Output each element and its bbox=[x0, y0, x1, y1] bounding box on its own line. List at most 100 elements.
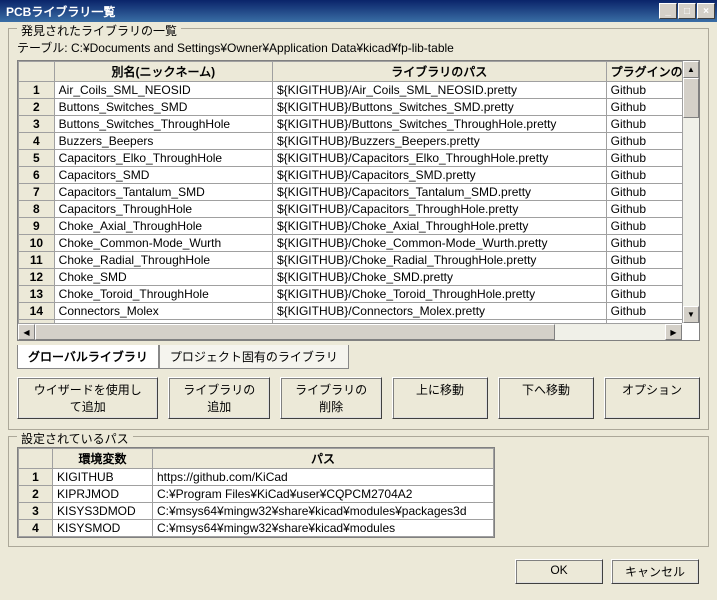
col-header-nickname[interactable]: 別名(ニックネーム) bbox=[54, 62, 272, 82]
libs-grid[interactable]: 別名(ニックネーム) ライブラリのパス プラグインの種類 1Air_Coils_… bbox=[17, 60, 700, 341]
cell-env[interactable]: KISYSMOD bbox=[53, 520, 153, 537]
cell-env[interactable]: KISYS3DMOD bbox=[53, 503, 153, 520]
maximize-button[interactable]: □ bbox=[678, 3, 696, 19]
table-row[interactable]: 2Buttons_Switches_SMD${KIGITHUB}/Buttons… bbox=[19, 99, 699, 116]
cell-nickname[interactable]: Capacitors_ThroughHole bbox=[54, 201, 272, 218]
window-title: PCBライブラリ一覧 bbox=[6, 3, 658, 20]
cell-nickname[interactable]: Capacitors_SMD bbox=[54, 167, 272, 184]
ok-button[interactable]: OK bbox=[515, 559, 603, 584]
titlebar: PCBライブラリ一覧 _ □ × bbox=[0, 0, 717, 22]
path-col-blank bbox=[19, 449, 53, 469]
cancel-button[interactable]: キャンセル bbox=[611, 559, 699, 584]
row-number: 1 bbox=[19, 82, 55, 99]
table-row[interactable]: 11Choke_Radial_ThroughHole${KIGITHUB}/Ch… bbox=[19, 252, 699, 269]
scroll-thumb[interactable] bbox=[683, 78, 699, 118]
add-library-button[interactable]: ライブラリの追加 bbox=[168, 377, 270, 419]
hscroll-thumb[interactable] bbox=[35, 324, 555, 340]
cell-path[interactable]: ${KIGITHUB}/Capacitors_Elko_ThroughHole.… bbox=[272, 150, 606, 167]
table-row[interactable]: 10Choke_Common-Mode_Wurth${KIGITHUB}/Cho… bbox=[19, 235, 699, 252]
cell-nickname[interactable]: Choke_Common-Mode_Wurth bbox=[54, 235, 272, 252]
row-number: 6 bbox=[19, 167, 55, 184]
cell-nickname[interactable]: Choke_Toroid_ThroughHole bbox=[54, 286, 272, 303]
wizard-add-button[interactable]: ウイザードを使用して追加 bbox=[17, 377, 158, 419]
row-number: 1 bbox=[19, 469, 53, 486]
table-row[interactable]: 8Capacitors_ThroughHole${KIGITHUB}/Capac… bbox=[19, 201, 699, 218]
scroll-up-icon[interactable]: ▲ bbox=[683, 61, 699, 78]
cell-path[interactable]: C:¥Program Files¥KiCad¥user¥CQPCM2704A2 bbox=[153, 486, 494, 503]
cell-path[interactable]: ${KIGITHUB}/Connectors_Molex.pretty bbox=[272, 303, 606, 320]
cell-env[interactable]: KIGITHUB bbox=[53, 469, 153, 486]
table-path-label: テーブル: C:¥Documents and Settings¥Owner¥Ap… bbox=[17, 39, 700, 56]
cell-nickname[interactable]: Air_Coils_SML_NEOSID bbox=[54, 82, 272, 99]
cell-path[interactable]: ${KIGITHUB}/Buttons_Switches_ThroughHole… bbox=[272, 116, 606, 133]
minimize-button[interactable]: _ bbox=[659, 3, 677, 19]
row-number: 3 bbox=[19, 503, 53, 520]
table-row[interactable]: 1Air_Coils_SML_NEOSID${KIGITHUB}/Air_Coi… bbox=[19, 82, 699, 99]
cell-nickname[interactable]: Capacitors_Tantalum_SMD bbox=[54, 184, 272, 201]
cell-path[interactable]: C:¥msys64¥mingw32¥share¥kicad¥modules¥pa… bbox=[153, 503, 494, 520]
cell-nickname[interactable]: Choke_Radial_ThroughHole bbox=[54, 252, 272, 269]
tab-project-library[interactable]: プロジェクト固有のライブラリ bbox=[159, 345, 349, 369]
cell-path[interactable]: ${KIGITHUB}/Buzzers_Beepers.pretty bbox=[272, 133, 606, 150]
cell-path[interactable]: ${KIGITHUB}/Capacitors_SMD.pretty bbox=[272, 167, 606, 184]
table-row[interactable]: 1KIGITHUBhttps://github.com/KiCad bbox=[19, 469, 494, 486]
table-row[interactable]: 4KISYSMODC:¥msys64¥mingw32¥share¥kicad¥m… bbox=[19, 520, 494, 537]
cell-path[interactable]: C:¥msys64¥mingw32¥share¥kicad¥modules bbox=[153, 520, 494, 537]
move-down-button[interactable]: 下へ移動 bbox=[498, 377, 594, 419]
move-up-button[interactable]: 上に移動 bbox=[392, 377, 488, 419]
cell-path[interactable]: https://github.com/KiCad bbox=[153, 469, 494, 486]
path-col-path[interactable]: パス bbox=[153, 449, 494, 469]
col-header-blank bbox=[19, 62, 55, 82]
row-number: 4 bbox=[19, 133, 55, 150]
cell-nickname[interactable]: Buttons_Switches_ThroughHole bbox=[54, 116, 272, 133]
table-row[interactable]: 14Connectors_Molex${KIGITHUB}/Connectors… bbox=[19, 303, 699, 320]
table-row[interactable]: 3KISYS3DMODC:¥msys64¥mingw32¥share¥kicad… bbox=[19, 503, 494, 520]
cell-path[interactable]: ${KIGITHUB}/Capacitors_Tantalum_SMD.pret… bbox=[272, 184, 606, 201]
path-col-env[interactable]: 環境変数 bbox=[53, 449, 153, 469]
cell-path[interactable]: ${KIGITHUB}/Choke_Common-Mode_Wurth.pret… bbox=[272, 235, 606, 252]
scroll-left-icon[interactable]: ◀ bbox=[18, 324, 35, 340]
tab-global-library[interactable]: グローバルライブラリ bbox=[17, 345, 159, 369]
row-number: 2 bbox=[19, 99, 55, 116]
cell-nickname[interactable]: Choke_Axial_ThroughHole bbox=[54, 218, 272, 235]
cell-path[interactable]: ${KIGITHUB}/Choke_SMD.pretty bbox=[272, 269, 606, 286]
cell-path[interactable]: ${KIGITHUB}/Air_Coils_SML_NEOSID.pretty bbox=[272, 82, 606, 99]
options-button[interactable]: オプション bbox=[604, 377, 700, 419]
row-number: 4 bbox=[19, 520, 53, 537]
table-row[interactable]: 7Capacitors_Tantalum_SMD${KIGITHUB}/Capa… bbox=[19, 184, 699, 201]
table-row[interactable]: 4Buzzers_Beepers${KIGITHUB}/Buzzers_Beep… bbox=[19, 133, 699, 150]
row-number: 11 bbox=[19, 252, 55, 269]
cell-env[interactable]: KIPRJMOD bbox=[53, 486, 153, 503]
scroll-down-icon[interactable]: ▼ bbox=[683, 306, 699, 323]
paths-grid[interactable]: 環境変数 パス 1KIGITHUBhttps://github.com/KiCa… bbox=[17, 447, 495, 538]
scroll-right-icon[interactable]: ▶ bbox=[665, 324, 682, 340]
cell-path[interactable]: ${KIGITHUB}/Choke_Toroid_ThroughHole.pre… bbox=[272, 286, 606, 303]
cell-path[interactable]: ${KIGITHUB}/Choke_Radial_ThroughHole.pre… bbox=[272, 252, 606, 269]
cell-path[interactable]: ${KIGITHUB}/Choke_Axial_ThroughHole.pret… bbox=[272, 218, 606, 235]
cell-path[interactable]: ${KIGITHUB}/Buttons_Switches_SMD.pretty bbox=[272, 99, 606, 116]
cell-nickname[interactable]: Capacitors_Elko_ThroughHole bbox=[54, 150, 272, 167]
table-row[interactable]: 2KIPRJMODC:¥Program Files¥KiCad¥user¥CQP… bbox=[19, 486, 494, 503]
discovered-libs-title: 発見されたライブラリの一覧 bbox=[17, 22, 181, 39]
cell-nickname[interactable]: Buttons_Switches_SMD bbox=[54, 99, 272, 116]
row-number: 7 bbox=[19, 184, 55, 201]
table-row[interactable]: 9Choke_Axial_ThroughHole${KIGITHUB}/Chok… bbox=[19, 218, 699, 235]
cell-path[interactable]: ${KIGITHUB}/Capacitors_ThroughHole.prett… bbox=[272, 201, 606, 218]
vscrollbar[interactable]: ▲ ▼ bbox=[682, 61, 699, 323]
table-row[interactable]: 3Buttons_Switches_ThroughHole${KIGITHUB}… bbox=[19, 116, 699, 133]
paths-title: 設定されているパス bbox=[17, 430, 133, 447]
table-row[interactable]: 13Choke_Toroid_ThroughHole${KIGITHUB}/Ch… bbox=[19, 286, 699, 303]
row-number: 12 bbox=[19, 269, 55, 286]
row-number: 5 bbox=[19, 150, 55, 167]
cell-nickname[interactable]: Connectors_Molex bbox=[54, 303, 272, 320]
hscrollbar[interactable]: ◀ ▶ bbox=[18, 323, 682, 340]
cell-nickname[interactable]: Buzzers_Beepers bbox=[54, 133, 272, 150]
table-row[interactable]: 6Capacitors_SMD${KIGITHUB}/Capacitors_SM… bbox=[19, 167, 699, 184]
table-row[interactable]: 12Choke_SMD${KIGITHUB}/Choke_SMD.prettyG… bbox=[19, 269, 699, 286]
delete-library-button[interactable]: ライブラリの削除 bbox=[280, 377, 382, 419]
close-button[interactable]: × bbox=[697, 3, 715, 19]
col-header-path[interactable]: ライブラリのパス bbox=[272, 62, 606, 82]
cell-nickname[interactable]: Choke_SMD bbox=[54, 269, 272, 286]
discovered-libs-group: 発見されたライブラリの一覧 テーブル: C:¥Documents and Set… bbox=[8, 28, 709, 430]
table-row[interactable]: 5Capacitors_Elko_ThroughHole${KIGITHUB}/… bbox=[19, 150, 699, 167]
